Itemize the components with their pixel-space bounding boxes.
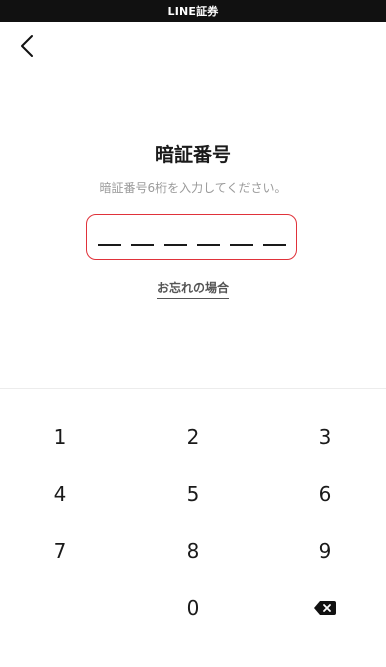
- forgot-pin-link[interactable]: お忘れの場合: [156, 279, 229, 299]
- app-title-bar: LINE証券: [0, 0, 386, 22]
- key-1[interactable]: 1: [10, 413, 110, 461]
- pin-instruction: 暗証番号6桁を入力してください。: [99, 181, 287, 195]
- pin-slot: [97, 244, 121, 246]
- key-3[interactable]: 3: [275, 413, 375, 461]
- pin-slot: [196, 244, 220, 246]
- key-7[interactable]: 7: [10, 527, 110, 575]
- page-title: 暗証番号: [154, 144, 231, 166]
- key-4[interactable]: 4: [10, 470, 110, 518]
- app-title: LINE証券: [167, 5, 219, 18]
- pin-slot: [229, 244, 253, 246]
- key-0[interactable]: 0: [143, 584, 243, 632]
- key-9[interactable]: 9: [275, 527, 375, 575]
- pin-slot: [163, 244, 187, 246]
- back-button[interactable]: [12, 30, 42, 62]
- key-2[interactable]: 2: [143, 413, 243, 461]
- key-6[interactable]: 6: [275, 470, 375, 518]
- pin-input[interactable]: [86, 214, 297, 260]
- backspace-icon: [314, 601, 336, 615]
- pin-slot: [262, 244, 286, 246]
- divider: [0, 388, 386, 389]
- app-screen: LINE証券 暗証番号 暗証番号6桁を入力してください。 お忘れの場合 1 2 …: [0, 0, 386, 667]
- pin-slot: [130, 244, 154, 246]
- delete-key[interactable]: [275, 584, 375, 632]
- chevron-left-icon: [21, 35, 33, 57]
- key-5[interactable]: 5: [143, 470, 243, 518]
- numeric-keypad: 1 2 3 4 5 6 7 8 9 0: [0, 407, 386, 639]
- key-8[interactable]: 8: [143, 527, 243, 575]
- forgot-pin-container: お忘れの場合: [0, 277, 386, 299]
